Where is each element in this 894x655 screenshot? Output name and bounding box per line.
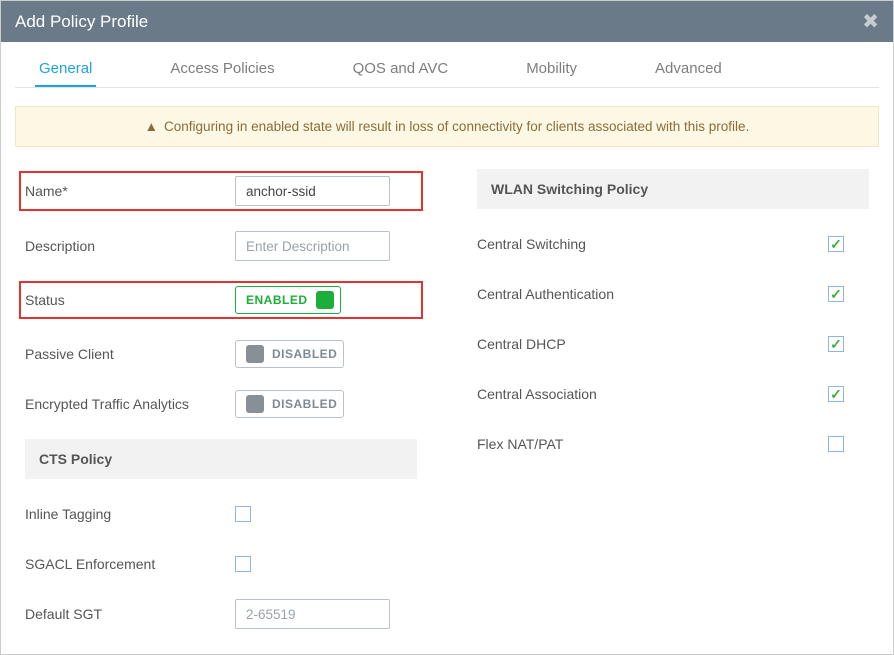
eta-label: Encrypted Traffic Analytics bbox=[25, 396, 235, 412]
status-toggle[interactable]: ENABLED bbox=[235, 286, 341, 314]
flex-nat-label: Flex NAT/PAT bbox=[477, 436, 677, 452]
central-assoc-label: Central Association bbox=[477, 386, 677, 402]
name-row: Name* bbox=[19, 171, 423, 211]
central-switching-checkbox[interactable] bbox=[828, 236, 844, 252]
central-auth-checkbox[interactable] bbox=[828, 286, 844, 302]
description-label: Description bbox=[25, 238, 235, 254]
eta-toggle-text: DISABLED bbox=[272, 397, 337, 411]
central-switching-label: Central Switching bbox=[477, 236, 677, 252]
flex-nat-checkbox[interactable] bbox=[828, 436, 844, 452]
central-auth-label: Central Authentication bbox=[477, 286, 677, 302]
status-row: Status ENABLED bbox=[19, 281, 423, 319]
passive-client-row: Passive Client DISABLED bbox=[25, 339, 417, 369]
status-label: Status bbox=[25, 292, 235, 308]
form-columns: Name* Description Status ENABLED Passive… bbox=[15, 171, 879, 649]
description-input[interactable] bbox=[235, 231, 390, 261]
default-sgt-label: Default SGT bbox=[25, 606, 235, 622]
passive-client-toggle-text: DISABLED bbox=[272, 347, 337, 361]
default-sgt-input[interactable] bbox=[235, 599, 390, 629]
inline-tagging-row: Inline Tagging bbox=[25, 499, 417, 529]
right-column: WLAN Switching Policy Central Switching … bbox=[477, 171, 869, 649]
description-row: Description bbox=[25, 231, 417, 261]
sgacl-row: SGACL Enforcement bbox=[25, 549, 417, 579]
warning-alert: ▲ Configuring in enabled state will resul… bbox=[15, 106, 879, 147]
toggle-knob-icon bbox=[316, 291, 334, 309]
tab-bar: General Access Policies QOS and AVC Mobi… bbox=[15, 50, 879, 88]
toggle-knob-icon bbox=[246, 395, 264, 413]
central-dhcp-row: Central DHCP bbox=[477, 329, 869, 359]
modal-title: Add Policy Profile bbox=[15, 12, 148, 32]
modal-body: General Access Policies QOS and AVC Mobi… bbox=[1, 42, 893, 655]
tab-mobility[interactable]: Mobility bbox=[522, 50, 581, 87]
flex-nat-row: Flex NAT/PAT bbox=[477, 429, 869, 459]
eta-row: Encrypted Traffic Analytics DISABLED bbox=[25, 389, 417, 419]
passive-client-toggle[interactable]: DISABLED bbox=[235, 340, 344, 368]
warning-text: Configuring in enabled state will result… bbox=[164, 119, 749, 134]
tab-general[interactable]: General bbox=[35, 50, 96, 87]
wlan-switching-header: WLAN Switching Policy bbox=[477, 169, 869, 209]
name-label: Name* bbox=[25, 183, 235, 199]
cts-policy-header: CTS Policy bbox=[25, 439, 417, 479]
central-switching-row: Central Switching bbox=[477, 229, 869, 259]
sgacl-checkbox[interactable] bbox=[235, 556, 251, 572]
left-column: Name* Description Status ENABLED Passive… bbox=[25, 171, 417, 649]
modal-footer: ⟲ Cancel Save & Apply to Device bbox=[15, 649, 879, 655]
passive-client-label: Passive Client bbox=[25, 346, 235, 362]
toggle-knob-icon bbox=[246, 345, 264, 363]
central-dhcp-label: Central DHCP bbox=[477, 336, 677, 352]
warning-icon: ▲ bbox=[145, 119, 158, 134]
name-input[interactable] bbox=[235, 176, 390, 206]
inline-tagging-label: Inline Tagging bbox=[25, 506, 235, 522]
central-assoc-checkbox[interactable] bbox=[828, 386, 844, 402]
titlebar: Add Policy Profile ✖ bbox=[1, 1, 893, 42]
central-auth-row: Central Authentication bbox=[477, 279, 869, 309]
close-icon[interactable]: ✖ bbox=[862, 9, 879, 34]
sgacl-label: SGACL Enforcement bbox=[25, 556, 235, 572]
modal-add-policy-profile: Add Policy Profile ✖ General Access Poli… bbox=[0, 0, 894, 655]
tab-qos-avc[interactable]: QOS and AVC bbox=[349, 50, 453, 87]
central-dhcp-checkbox[interactable] bbox=[828, 336, 844, 352]
eta-toggle[interactable]: DISABLED bbox=[235, 390, 344, 418]
tab-access-policies[interactable]: Access Policies bbox=[166, 50, 278, 87]
tab-advanced[interactable]: Advanced bbox=[651, 50, 726, 87]
central-assoc-row: Central Association bbox=[477, 379, 869, 409]
default-sgt-row: Default SGT bbox=[25, 599, 417, 629]
status-toggle-text: ENABLED bbox=[246, 293, 308, 307]
inline-tagging-checkbox[interactable] bbox=[235, 506, 251, 522]
